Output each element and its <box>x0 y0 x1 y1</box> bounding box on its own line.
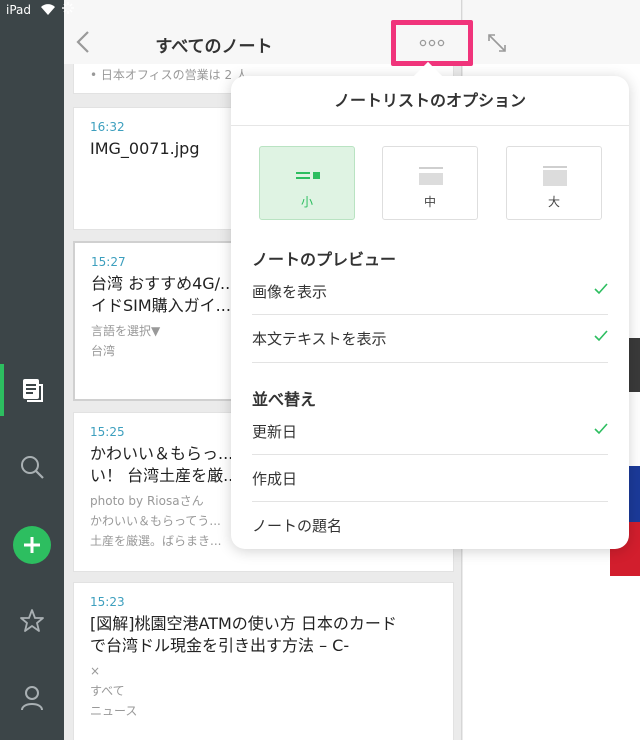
account-nav-button[interactable] <box>17 683 47 713</box>
note-snippet: すべて <box>90 684 125 698</box>
note-list-options-popover: ノートリストのオプション 小 中 大 ノートのプレビュー 画像を表示 本文テキス… <box>231 61 629 549</box>
option-label: 更新日 <box>252 423 298 441</box>
divider <box>252 362 608 363</box>
sidebar-rail <box>0 0 64 740</box>
star-icon <box>20 609 44 632</box>
expand-icon[interactable] <box>486 32 508 54</box>
note-snippet: ニュース <box>90 704 138 718</box>
checkmark-icon <box>594 330 608 342</box>
new-note-button[interactable] <box>13 526 51 564</box>
note-card[interactable]: 15:23 [図解]桃園空港ATMの使い方 日本のカード で台湾ドル現金を引き出… <box>73 582 454 740</box>
add-icon <box>24 537 40 553</box>
size-label: 大 <box>547 195 560 209</box>
wifi-icon <box>41 4 55 15</box>
option-label: 作成日 <box>252 470 298 488</box>
more-dots-icon <box>419 39 445 47</box>
option-label: 本文テキストを表示 <box>252 330 387 348</box>
search-nav-button[interactable] <box>17 452 47 482</box>
option-label: 画像を表示 <box>252 283 328 301</box>
popover-title: ノートリストのオプション <box>231 76 629 126</box>
sort-by-title[interactable]: ノートの題名 <box>252 503 608 549</box>
notes-nav-button[interactable] <box>17 375 47 405</box>
sort-by-created[interactable]: 作成日 <box>252 456 608 502</box>
page-title: すべてのノート <box>155 37 273 57</box>
medium-list-icon <box>419 167 443 185</box>
carrier-label: iPad <box>6 3 32 17</box>
size-label: 小 <box>300 195 313 209</box>
sort-section-heading: 並べ替え <box>252 390 317 409</box>
size-label: 中 <box>423 195 436 209</box>
note-snippet: × <box>90 664 101 678</box>
activity-spinner-icon <box>62 2 74 14</box>
size-medium-button[interactable]: 中 <box>382 146 478 220</box>
small-list-icon <box>296 172 320 179</box>
active-indicator <box>0 364 4 416</box>
note-time: 15:23 <box>90 595 125 609</box>
more-options-button[interactable] <box>391 20 473 66</box>
checkmark-icon <box>594 423 608 435</box>
large-list-icon <box>543 166 567 186</box>
checkmark-icon <box>594 283 608 295</box>
list-size-selector: 小 中 大 <box>259 146 602 220</box>
sort-by-updated[interactable]: 更新日 <box>252 409 608 455</box>
option-show-body-text[interactable]: 本文テキストを表示 <box>252 316 608 362</box>
size-small-button[interactable]: 小 <box>259 146 355 220</box>
preview-section-heading: ノートのプレビュー <box>252 250 397 269</box>
notes-icon <box>23 379 43 402</box>
option-show-images[interactable]: 画像を表示 <box>252 269 608 315</box>
status-bar: iPad <box>0 0 640 22</box>
note-title: [図解]桃園空港ATMの使い方 日本のカード で台湾ドル現金を引き出す方法 – … <box>90 614 397 655</box>
option-label: ノートの題名 <box>252 517 343 535</box>
size-large-button[interactable]: 大 <box>506 146 602 220</box>
shortcuts-nav-button[interactable] <box>17 606 47 636</box>
search-icon <box>21 456 44 479</box>
account-icon <box>21 686 43 711</box>
